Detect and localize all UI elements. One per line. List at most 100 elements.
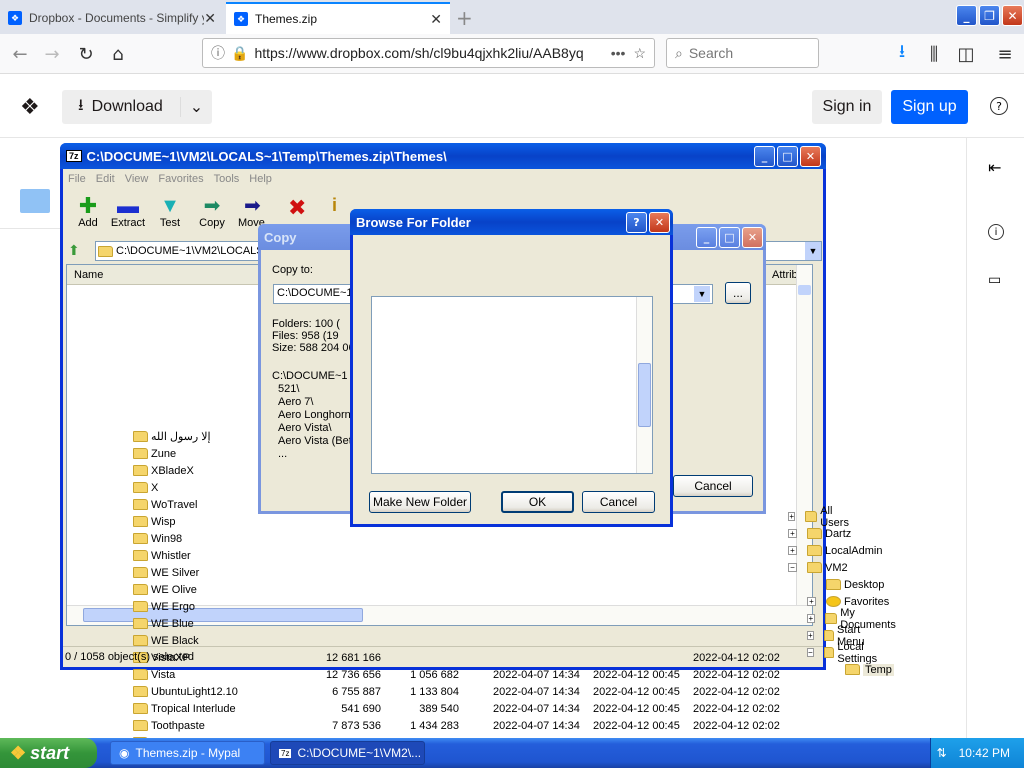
info-icon[interactable]: i (332, 195, 337, 216)
vertical-scrollbar[interactable] (636, 297, 652, 473)
menu-tools[interactable]: Tools (214, 173, 240, 185)
tree-item[interactable]: − VM2 (788, 559, 848, 576)
folder-tree[interactable] (371, 296, 653, 474)
restore-icon[interactable]: ❐ (979, 5, 1000, 26)
tree-item[interactable]: + Dartz (788, 525, 851, 542)
make-new-folder-button[interactable]: Make New Folder (369, 491, 471, 513)
folder-icon (807, 545, 822, 556)
chevron-down-icon[interactable]: ▼ (805, 242, 821, 260)
maximize-icon[interactable]: □ (719, 227, 740, 248)
page-actions-icon[interactable]: ••• (611, 45, 626, 61)
expander-icon[interactable]: + (807, 631, 814, 640)
start-button[interactable]: ❖ start (0, 738, 97, 768)
file-row[interactable]: UbuntuLight12.10 6 755 887 1 133 804 2022-0… (131, 683, 791, 700)
taskbar-item-sevenzip[interactable]: 7z C:\DOCUME~1\VM2\... (270, 741, 425, 765)
tree-item[interactable]: + LocalAdmin (788, 542, 882, 559)
expander-icon[interactable]: − (807, 648, 814, 657)
expander-icon[interactable]: + (788, 529, 797, 538)
test-button[interactable]: ▼ Test (154, 195, 186, 229)
cancel-button[interactable]: Cancel (673, 475, 753, 497)
file-row[interactable]: Win98 (131, 530, 791, 547)
taskbar-item-mypal[interactable]: ◉ Themes.zip - Mypal (110, 741, 265, 765)
url-bar[interactable]: ⓘ 🔒 https://www.dropbox.com/sh/cl9bu4qjx… (202, 38, 655, 68)
expander-icon[interactable]: + (788, 546, 797, 555)
scrollbar-thumb[interactable] (798, 285, 811, 295)
tree-item[interactable]: Temp (826, 661, 894, 678)
file-row[interactable]: Toothpaste 7 873 536 1 434 283 2022-04-07 1… (131, 717, 791, 734)
file-row[interactable]: WE Blue (131, 615, 791, 632)
sidebar-icon[interactable]: ◫ (954, 42, 978, 66)
file-packed: 1 434 283 (410, 719, 459, 732)
scrollbar-thumb[interactable] (638, 363, 651, 427)
copy-button[interactable]: ➡ Copy (196, 195, 228, 229)
collapse-panel-icon[interactable]: ⇤ (988, 158, 1001, 177)
back-icon[interactable]: ← (8, 42, 32, 66)
close-window-icon[interactable]: ✕ (1002, 5, 1023, 26)
file-row[interactable]: Tropical Interlude 541 690 389 540 2022-04-… (131, 700, 791, 717)
copy-to-label: Copy to: (272, 264, 313, 276)
browse-folder-dialog: Browse For Folder ? ✕ + All Users + Dartz + L… (350, 209, 896, 676)
new-tab-icon[interactable]: + (456, 6, 473, 30)
file-row[interactable]: WE Ergo (131, 598, 791, 615)
menu-help[interactable]: Help (249, 173, 272, 185)
file-row[interactable]: WE Olive (131, 581, 791, 598)
minimize-icon[interactable]: _ (956, 5, 977, 26)
expander-icon[interactable]: − (788, 563, 797, 572)
sign-in-button[interactable]: Sign in (812, 90, 882, 124)
close-icon[interactable]: ✕ (800, 146, 821, 167)
search-input[interactable]: ⌕ Search (666, 38, 819, 68)
close-icon[interactable]: ✕ (204, 10, 216, 27)
maximize-icon[interactable]: □ (777, 146, 798, 167)
file-row[interactable]: Whistler (131, 547, 791, 564)
folder-up-icon[interactable]: ⬆ (68, 243, 80, 259)
tab-themes-zip[interactable]: ❖ Themes.zip ✕ (226, 2, 450, 34)
reload-icon[interactable]: ↻ (74, 42, 98, 66)
expander-icon[interactable]: + (807, 614, 815, 623)
extract-button[interactable]: ▬ Extract (108, 195, 148, 230)
column-header-name[interactable]: Name (74, 269, 103, 281)
menu-view[interactable]: View (125, 173, 149, 185)
tree-item[interactable]: − Local Settings (807, 641, 884, 665)
dropbox-logo-icon[interactable]: ❖ (20, 95, 40, 120)
downloads-icon[interactable]: ⭳ (890, 41, 914, 66)
minimize-icon[interactable]: _ (696, 227, 717, 248)
close-icon[interactable]: ✕ (430, 11, 442, 28)
menu-edit[interactable]: Edit (96, 173, 115, 185)
close-icon[interactable]: ✕ (649, 212, 670, 233)
ok-button[interactable]: OK (501, 491, 574, 513)
url-text[interactable]: https://www.dropbox.com/sh/cl9bu4qjxhk2l… (254, 45, 602, 61)
expander-icon[interactable]: + (788, 512, 796, 521)
file-row[interactable]: WE Silver (131, 564, 791, 581)
close-icon[interactable]: ✕ (742, 227, 763, 248)
chevron-down-icon[interactable]: ⌄ (180, 97, 212, 117)
info-icon[interactable]: ⓘ (211, 43, 225, 63)
menu-icon[interactable]: ≡ (993, 42, 1017, 66)
download-button[interactable]: ⭳ Download ⌄ (62, 90, 212, 124)
help-icon[interactable]: ? (626, 212, 647, 233)
add-button[interactable]: ✚ Add (70, 195, 106, 230)
delete-icon[interactable]: ✖ (288, 195, 306, 221)
tree-item[interactable]: + All Users (788, 505, 854, 529)
cancel-button[interactable]: Cancel (582, 491, 655, 513)
copy-stats: Folders: 100 ( Files: 958 (19 Size: 588 … (272, 318, 355, 354)
folder-icon[interactable] (20, 189, 50, 213)
menu-favorites[interactable]: Favorites (158, 173, 203, 185)
library-icon[interactable]: ⫼ (922, 42, 946, 66)
browse-button[interactable]: ... (725, 282, 751, 304)
home-icon[interactable]: ⌂ (106, 42, 130, 66)
network-icon[interactable]: ⇅ (937, 746, 947, 760)
chevron-down-icon[interactable]: ▼ (694, 286, 710, 302)
menu-file[interactable]: File (68, 173, 86, 185)
tab-dropbox-documents[interactable]: ❖ Dropbox - Documents - Simplify y ✕ (0, 2, 224, 34)
minimize-icon[interactable]: _ (754, 146, 775, 167)
sign-up-button[interactable]: Sign up (891, 90, 968, 124)
bookmark-star-icon[interactable]: ☆ (633, 45, 646, 62)
forward-icon[interactable]: → (40, 42, 64, 66)
tree-item[interactable]: Desktop (807, 576, 884, 593)
info-icon[interactable]: i (988, 224, 1004, 240)
file-row[interactable]: Vista 12 736 656 1 056 682 2022-04-07 14:34… (131, 666, 791, 683)
comment-icon[interactable]: ▭ (988, 272, 1001, 288)
help-icon[interactable]: ? (990, 97, 1008, 115)
expander-icon[interactable]: + (807, 597, 816, 606)
